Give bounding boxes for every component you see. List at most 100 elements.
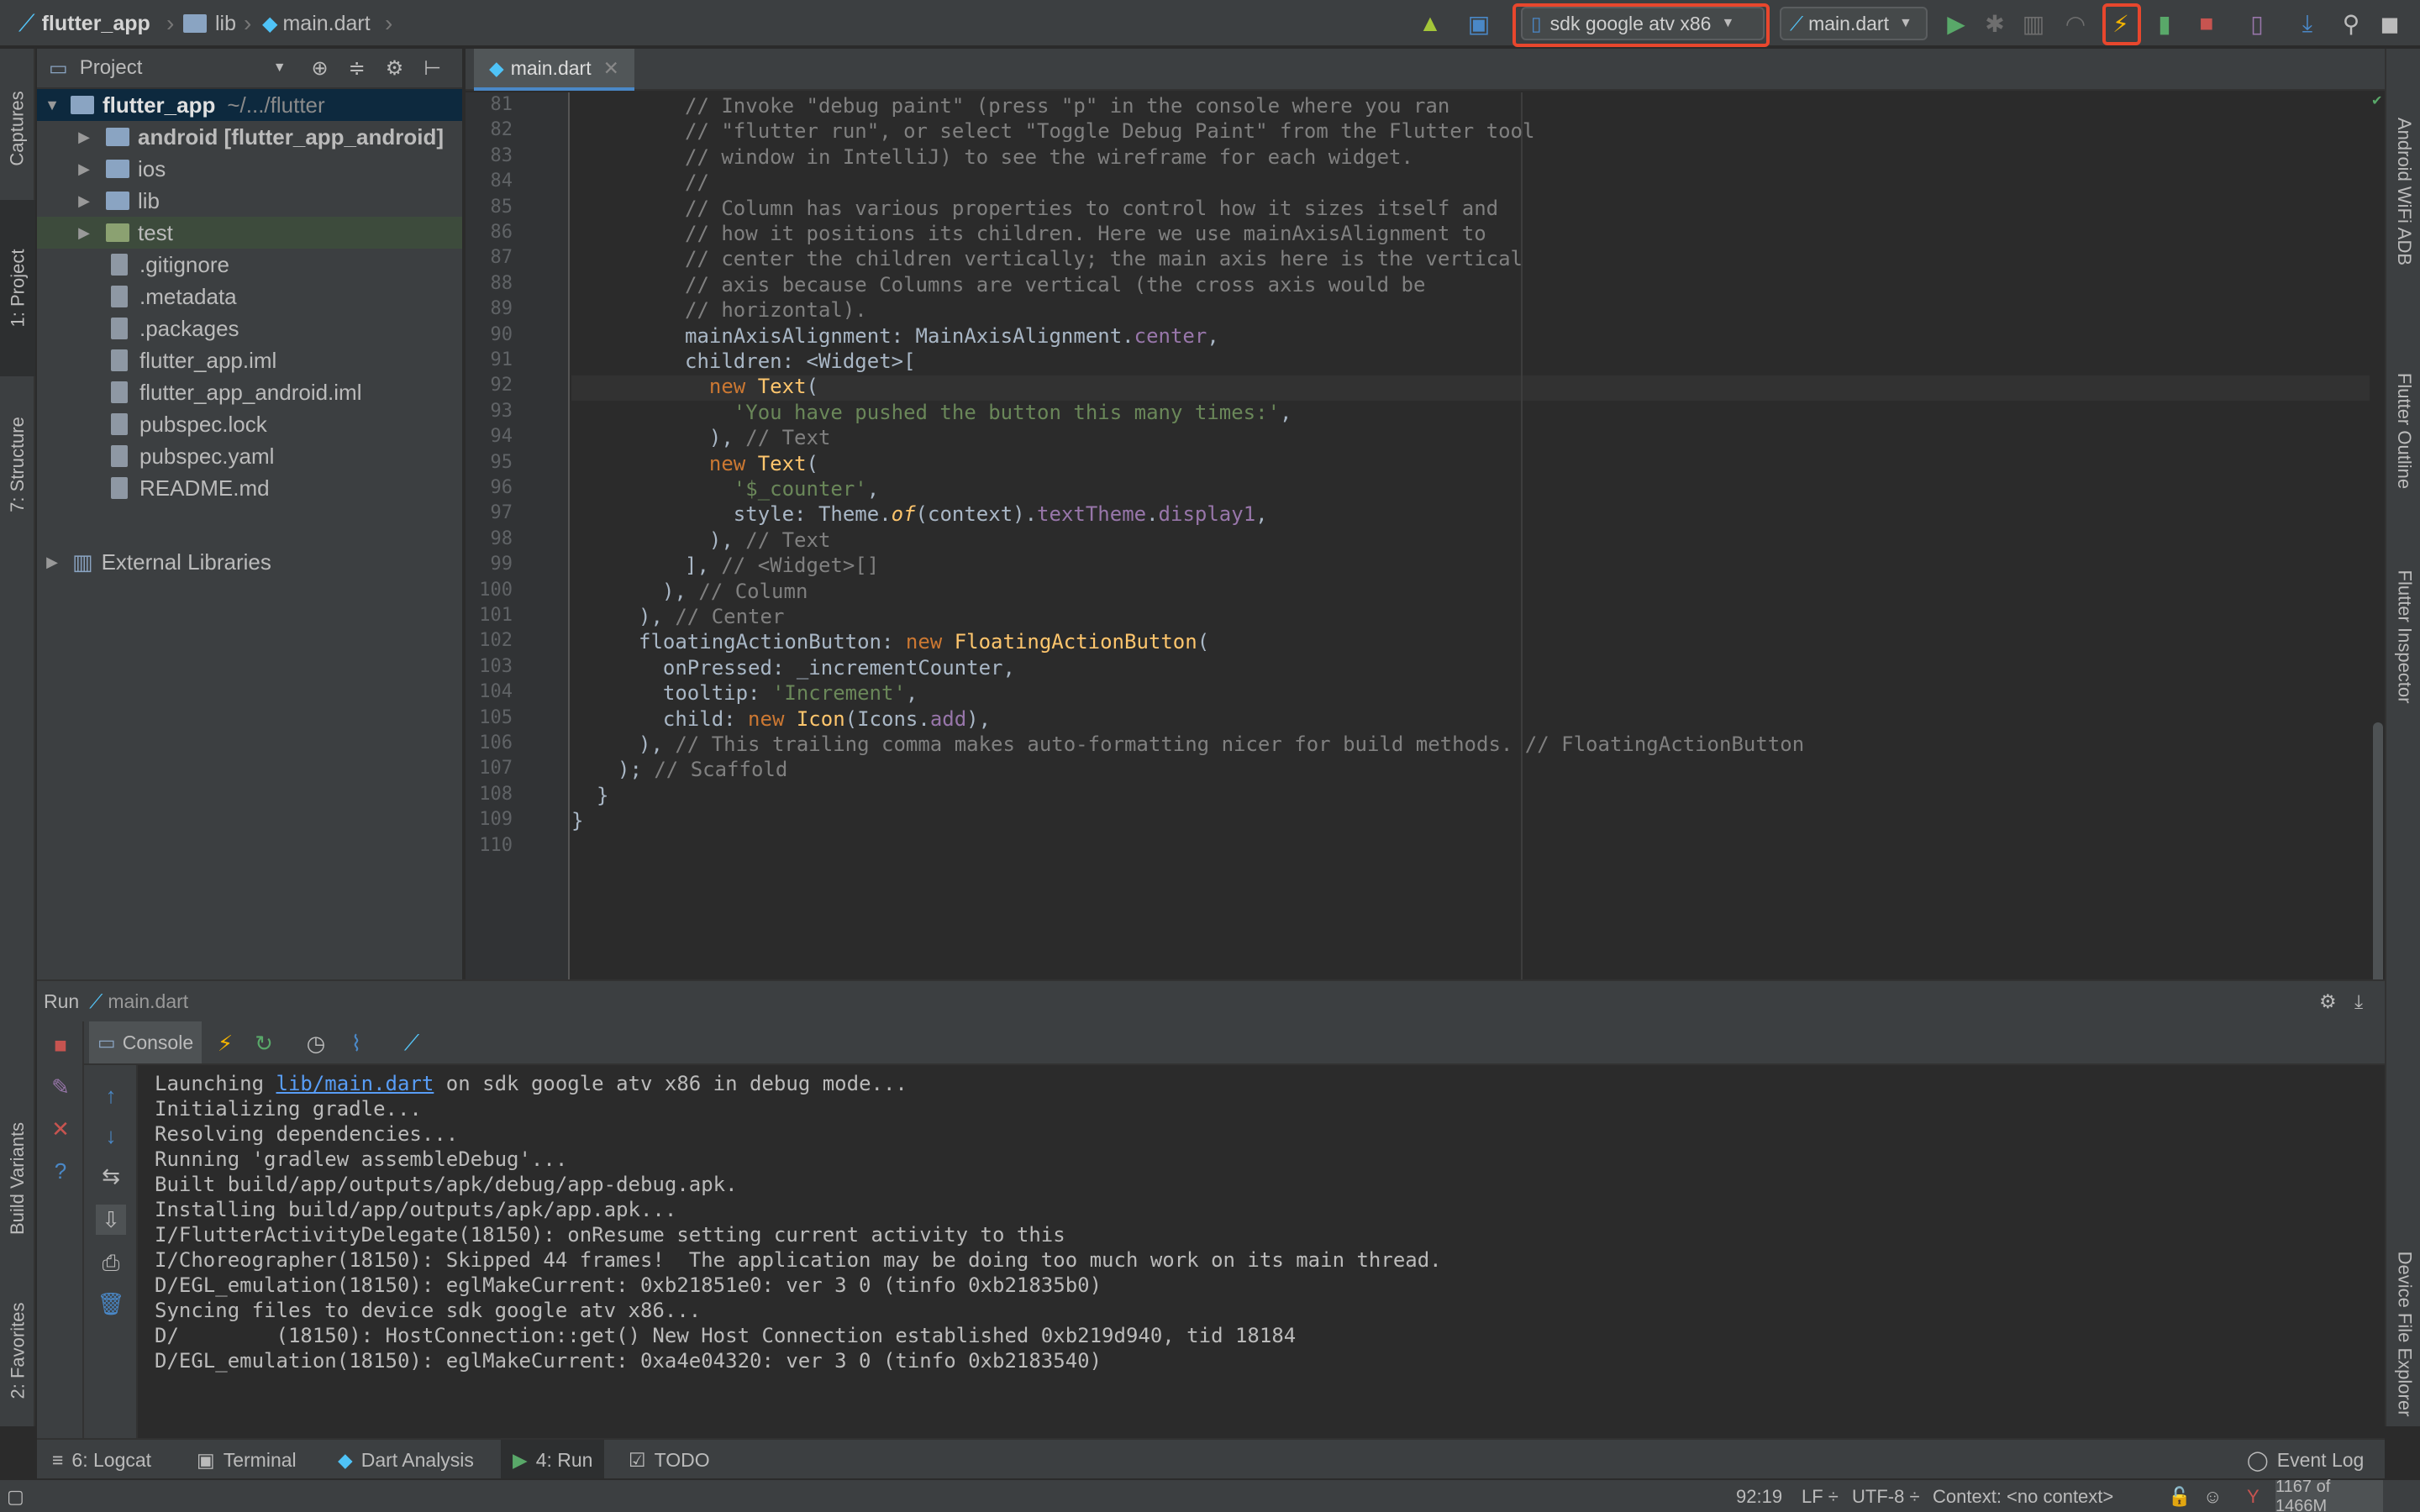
status-line-separator[interactable]: LF ÷ <box>1802 1480 1839 1512</box>
editor-tab-main-dart[interactable]: ◆ main.dart ✕ <box>474 49 634 91</box>
hide-icon[interactable]: ⊢ <box>424 56 441 81</box>
hide-panel-icon[interactable]: ⤓ <box>2354 990 2363 1013</box>
translate-icon[interactable]: ▣ <box>1464 8 1494 39</box>
breadcrumb-file[interactable]: ◆ main.dart <box>262 0 371 47</box>
tab-todo[interactable]: ☑ TODO <box>629 1440 710 1480</box>
tab-favorites-label: 2: Favorites <box>7 1302 28 1399</box>
tab-run[interactable]: ▶ 4: Run <box>501 1440 605 1480</box>
tree-item[interactable]: .gitignore <box>37 249 462 281</box>
code-editor[interactable]: // Invoke "debug paint" (press "p" in th… <box>571 92 2370 979</box>
tab-structure[interactable]: 7: Structure <box>0 385 35 544</box>
code-line: // how it positions its children. Here w… <box>685 222 1486 245</box>
tree-item[interactable]: ▶ lib <box>37 185 462 217</box>
status-memory-indicator[interactable]: 1167 of 1466M <box>2275 1478 2383 1512</box>
status-encoding[interactable]: UTF-8 ÷ <box>1852 1480 1920 1512</box>
run-config-selector[interactable]: ⟋ main.dart ▼ <box>1780 7 1928 40</box>
yandex-icon[interactable]: Y <box>2247 1480 2260 1512</box>
tab-flutter-outline[interactable]: Flutter Outline <box>2386 334 2420 528</box>
console-output[interactable]: Launching lib/main.dart on sdk google at… <box>139 1065 2385 1438</box>
tree-item[interactable]: README.md <box>37 472 462 504</box>
tree-root[interactable]: ▼ flutter_app ~/.../flutter <box>37 89 462 121</box>
tree-item[interactable]: ▶ ios <box>37 153 462 185</box>
tab-flutter-inspector[interactable]: Flutter Inspector <box>2386 536 2420 738</box>
scroll-to-end-icon[interactable]: ⇩ <box>96 1205 126 1235</box>
stop-icon[interactable]: ■ <box>2191 8 2222 39</box>
status-encoding-label: UTF-8 <box>1852 1486 1905 1507</box>
tree-item[interactable]: flutter_app.iml <box>37 344 462 376</box>
search-icon[interactable]: ⚲ <box>2336 8 2366 39</box>
locate-icon[interactable]: ⊕ <box>312 56 329 81</box>
toggle-tool-windows-icon[interactable]: ▢ <box>7 1480 24 1512</box>
chevron-down-icon[interactable]: ▼ <box>273 60 287 76</box>
tab-logcat[interactable]: ≡ 6: Logcat <box>52 1440 151 1480</box>
console-line: Initializing gradle... <box>155 1097 422 1121</box>
tree-external-libraries[interactable]: ▶ ▥ External Libraries <box>37 546 462 578</box>
code-line: style: Theme.of(context).textTheme.displ… <box>685 502 1268 527</box>
line-number: 92 <box>490 375 513 396</box>
tab-terminal[interactable]: ▣ Terminal <box>197 1440 297 1480</box>
tree-item[interactable]: pubspec.yaml <box>37 440 462 472</box>
close-icon[interactable]: ✕ <box>45 1114 76 1144</box>
tab-console[interactable]: ▭ Console <box>89 1021 202 1063</box>
status-context[interactable]: Context: <no context> <box>1933 1480 2113 1512</box>
gear-icon[interactable]: ⚙ <box>386 56 404 81</box>
attach-icon[interactable]: ▮ <box>2149 8 2180 39</box>
tree-item-label: lib <box>138 187 160 213</box>
tab-project[interactable]: 1: Project <box>0 200 35 376</box>
coverage-icon[interactable]: ◠ <box>2060 8 2091 39</box>
inspector-icon[interactable]: ☺ <box>2203 1480 2222 1512</box>
editor-scrollbar[interactable]: ✔ <box>2370 92 2385 1075</box>
tree-item[interactable]: .metadata <box>37 281 462 312</box>
terminal-icon: ▣ <box>197 1448 215 1471</box>
tab-run-label: 4: Run <box>535 1448 593 1471</box>
tree-item[interactable]: flutter_app_android.iml <box>37 376 462 408</box>
tab-dart-analysis[interactable]: ◆ Dart Analysis <box>338 1440 474 1480</box>
android-sync-icon[interactable]: ▲ <box>1415 8 1445 39</box>
device-selector-highlight <box>1512 3 1770 47</box>
tab-android-wifi-adb[interactable]: Android WiFi ADB <box>2386 66 2420 318</box>
close-icon[interactable]: ✕ <box>603 57 619 80</box>
tree-item[interactable]: pubspec.lock <box>37 408 462 440</box>
hot-reload-icon[interactable]: ⚡ <box>210 1028 240 1058</box>
timer-icon[interactable]: ◷ <box>301 1028 331 1058</box>
tab-favorites[interactable]: 2: Favorites <box>0 1284 35 1418</box>
tree-item[interactable]: .packages <box>37 312 462 344</box>
code-line: // axis because Columns are vertical (th… <box>685 272 1426 297</box>
stop-icon[interactable]: ■ <box>45 1030 76 1060</box>
flutter-inspector-icon[interactable]: ⟋ <box>397 1028 427 1058</box>
performance-icon[interactable]: ⌇ <box>341 1028 371 1058</box>
tab-event-log[interactable]: ◯ Event Log <box>2247 1440 2364 1480</box>
tab-captures[interactable]: Captures <box>0 66 35 192</box>
console-file-link[interactable]: lib/main.dart <box>276 1072 434 1095</box>
tab-build-variants[interactable]: Build Variants <box>0 1090 35 1267</box>
status-caret-position[interactable]: 92:19 <box>1736 1480 1782 1512</box>
lock-icon[interactable]: 🔓 <box>2168 1480 2191 1512</box>
line-number: 102 <box>479 630 513 652</box>
avd-manager-icon[interactable]: ▯ <box>2242 8 2272 39</box>
arrow-up-icon[interactable]: ↑ <box>96 1080 126 1110</box>
trash-icon[interactable]: 🗑 <box>96 1289 126 1319</box>
project-view-selector[interactable]: Project <box>80 56 273 80</box>
pin-icon[interactable]: ✎ <box>45 1072 76 1102</box>
tree-item[interactable]: ▶ test <box>37 217 462 249</box>
breadcrumb-project[interactable]: ⟋ flutter_app <box>18 0 150 47</box>
profile-icon[interactable]: ▥ <box>2018 8 2049 39</box>
run-panel-config: main.dart <box>108 990 189 1012</box>
gear-icon[interactable]: ⚙ <box>2319 990 2337 1013</box>
debug-icon[interactable]: ✱ <box>1980 8 2010 39</box>
code-line: '$_counter', <box>733 477 880 501</box>
arrow-down-icon[interactable]: ↓ <box>96 1121 126 1151</box>
code-line: tooltip: 'Increment', <box>639 681 918 706</box>
soft-wrap-icon[interactable]: ⇆ <box>96 1161 126 1191</box>
help-icon[interactable]: ? <box>45 1156 76 1186</box>
user-icon[interactable]: ◼ <box>2375 8 2405 39</box>
hot-restart-icon[interactable]: ↻ <box>249 1028 279 1058</box>
run-icon[interactable]: ▶ <box>1941 8 1971 39</box>
tree-item[interactable]: ▶ android [flutter_app_android] <box>37 121 462 153</box>
tab-device-file-explorer[interactable]: Device File Explorer <box>2386 1208 2420 1460</box>
collapse-icon[interactable]: ≑ <box>349 56 366 81</box>
breadcrumb-folder[interactable]: lib <box>183 0 236 47</box>
code-line: } <box>571 809 584 833</box>
sdk-manager-icon[interactable]: ⤓ <box>2292 8 2323 39</box>
print-icon[interactable]: ⎙ <box>96 1248 126 1278</box>
